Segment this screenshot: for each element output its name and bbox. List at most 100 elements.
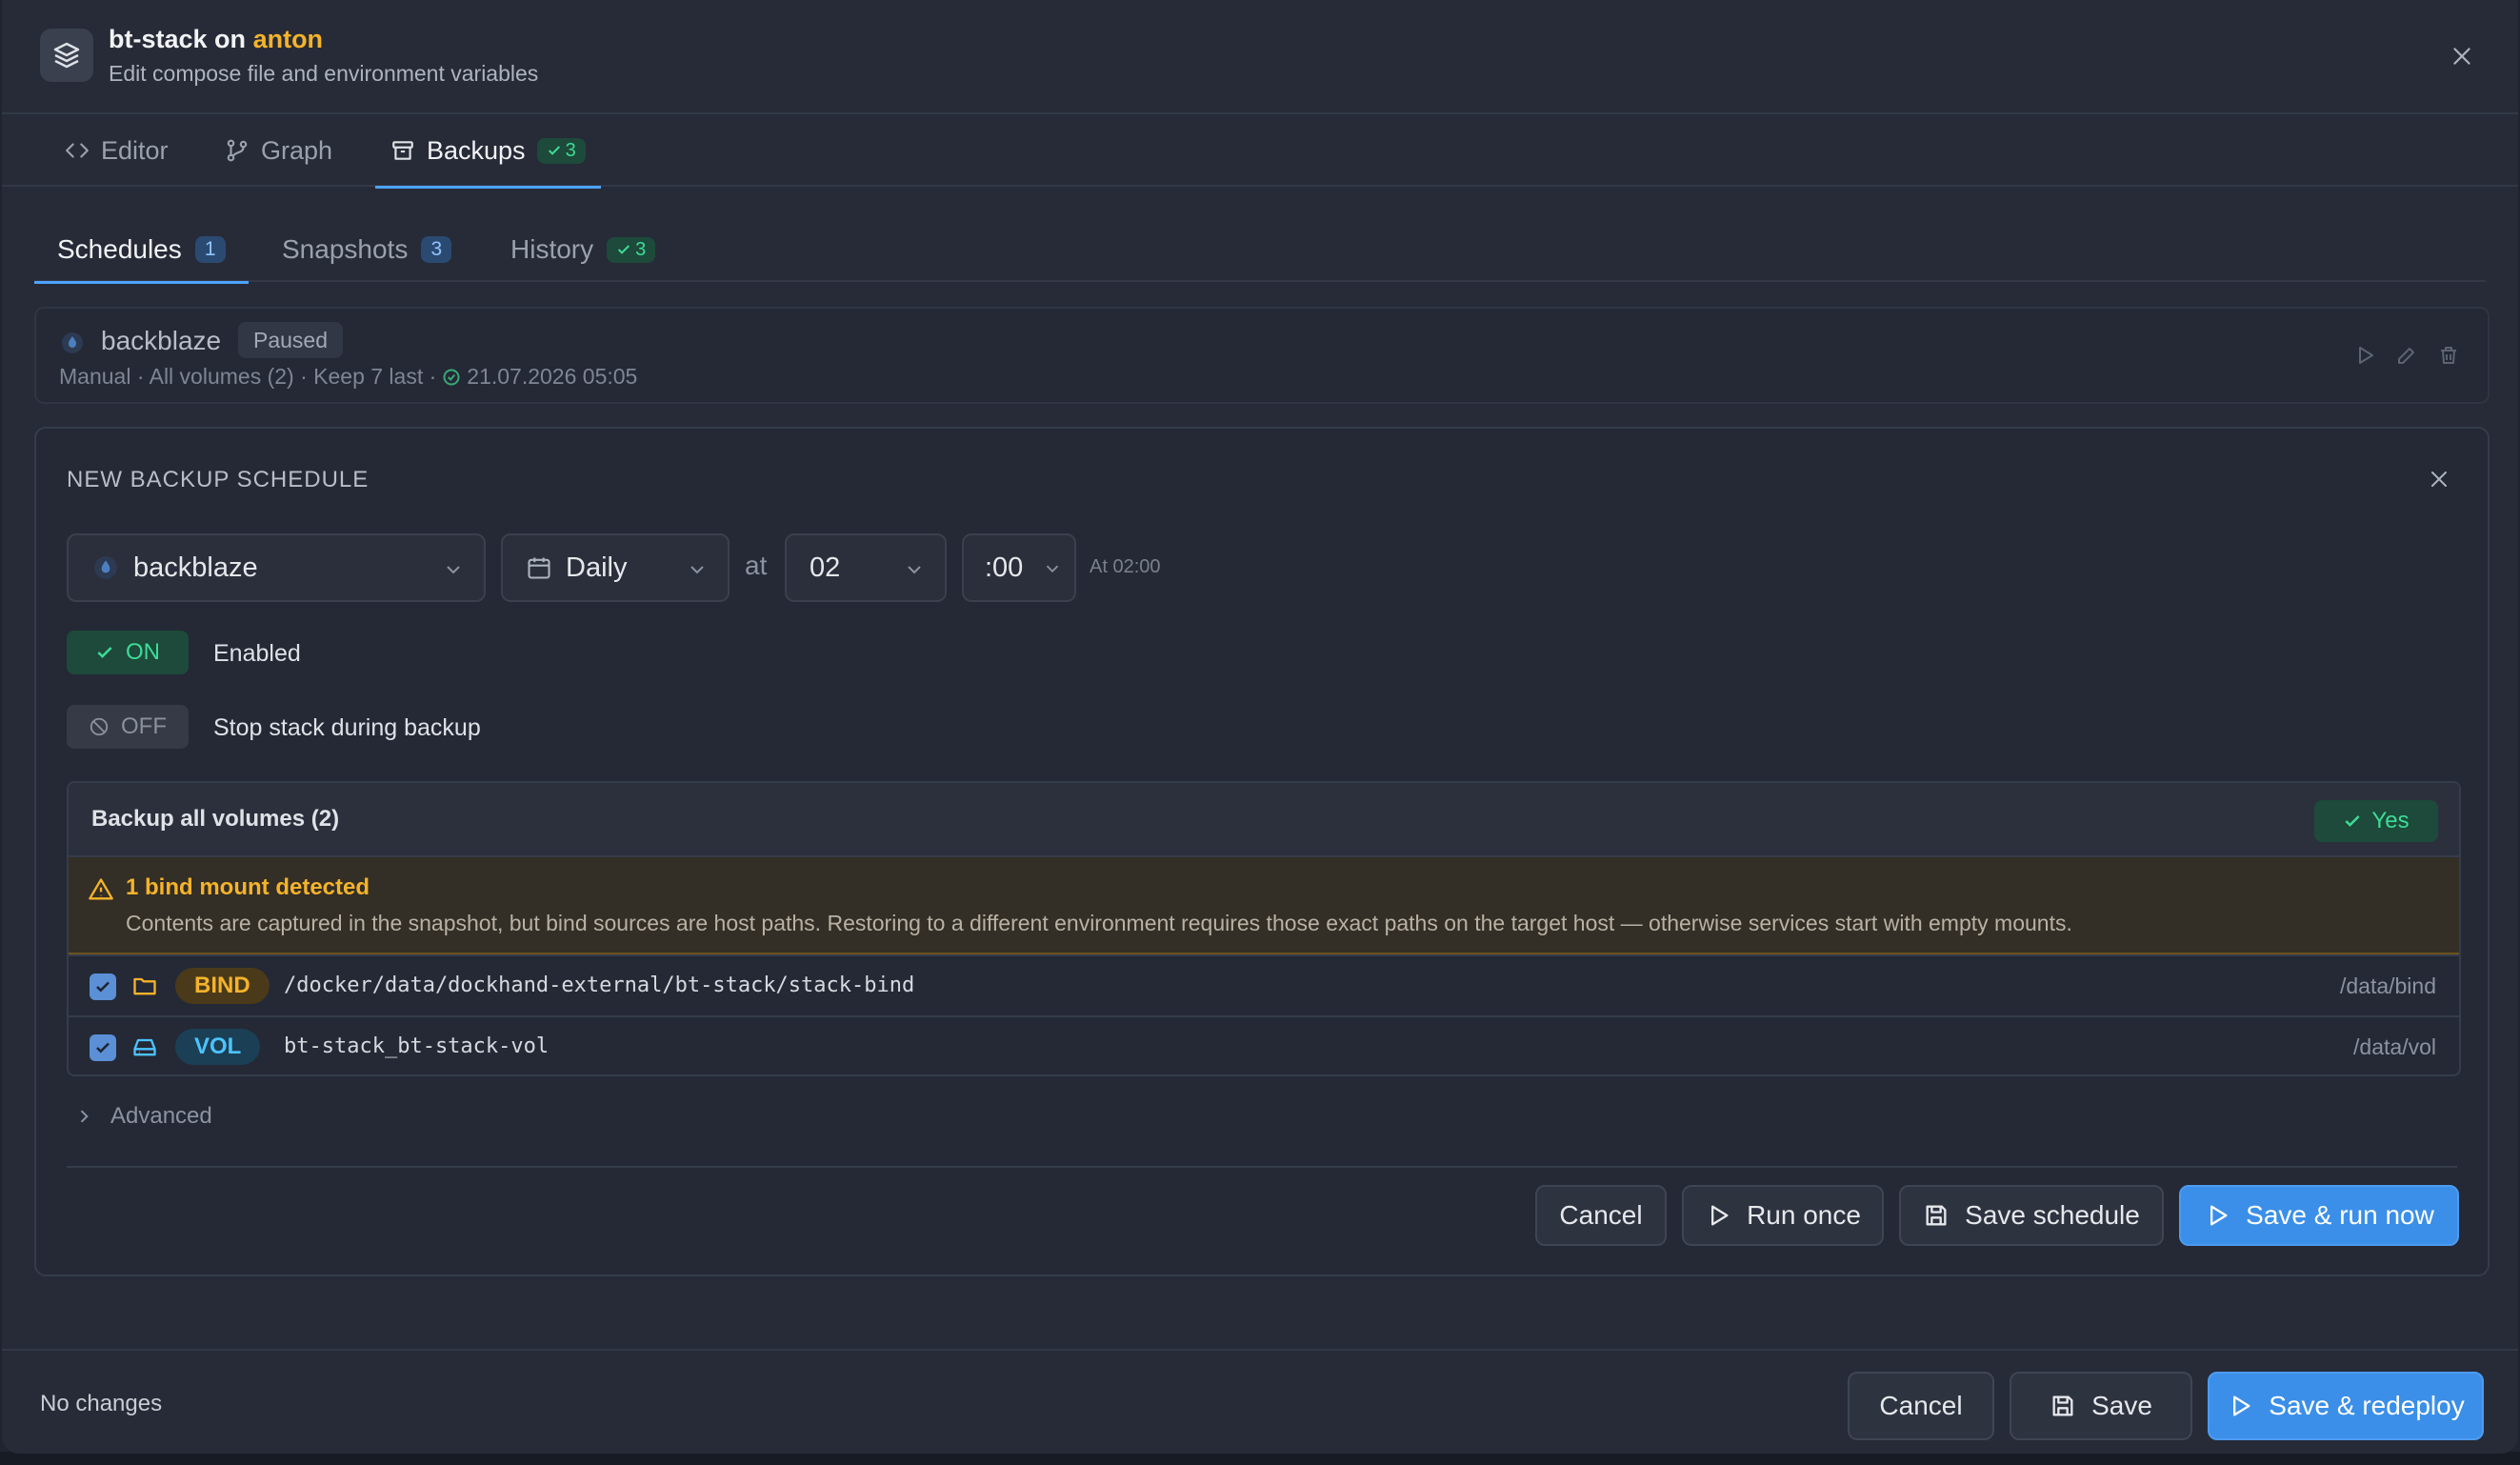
edit-schedule-button[interactable] bbox=[2394, 343, 2419, 368]
host-name: anton bbox=[252, 25, 324, 53]
play-icon bbox=[2210, 1205, 2228, 1226]
backdrop bbox=[0, 1452, 2520, 1465]
check-icon bbox=[96, 1042, 110, 1054]
modal-title: bt-stack on anton bbox=[109, 25, 323, 54]
volume-source: /docker/data/dockhand-external/bt-stack/… bbox=[284, 973, 915, 997]
volume-checkbox[interactable] bbox=[90, 1034, 116, 1061]
backblaze-icon bbox=[61, 331, 84, 359]
play-icon bbox=[2233, 1395, 2250, 1416]
save-schedule-label: Save schedule bbox=[1965, 1200, 2140, 1230]
frequency-select-value: Daily bbox=[566, 552, 628, 583]
save-and-redeploy-button[interactable]: Save & redeploy bbox=[2208, 1372, 2484, 1440]
backblaze-icon bbox=[94, 556, 117, 579]
tab-snapshots[interactable]: Snapshots 3 bbox=[282, 217, 452, 282]
check-icon bbox=[96, 981, 110, 993]
archive-icon bbox=[392, 141, 413, 160]
layers-icon bbox=[40, 29, 93, 82]
tab-graph[interactable]: Graph bbox=[225, 114, 332, 187]
chevron-down-icon bbox=[908, 566, 921, 574]
schedule-row[interactable]: backblaze Paused Manual · All volumes (2… bbox=[34, 307, 2490, 404]
modal-subtitle: Edit compose file and environment variab… bbox=[109, 61, 539, 86]
stop-stack-toggle[interactable]: OFF bbox=[67, 705, 189, 749]
backups-badge-count: 3 bbox=[565, 139, 576, 161]
enabled-toggle-state: ON bbox=[126, 639, 160, 665]
check-icon bbox=[2345, 815, 2360, 827]
tab-backups-label: Backups bbox=[427, 135, 526, 165]
save-and-redeploy-label: Save & redeploy bbox=[2269, 1391, 2465, 1420]
backups-badge: 3 bbox=[536, 137, 586, 164]
modal-footer: No changes Cancel Save Save & redeploy bbox=[2, 1349, 2518, 1454]
chevron-down-icon bbox=[1046, 565, 1059, 573]
folder-icon bbox=[131, 973, 158, 1004]
trash-icon bbox=[2441, 347, 2456, 364]
advanced-toggle[interactable]: Advanced bbox=[74, 1103, 212, 1130]
tab-editor[interactable]: Editor bbox=[65, 114, 169, 187]
warning-title: 1 bind mount detected bbox=[126, 874, 370, 900]
save-button[interactable]: Save bbox=[2010, 1372, 2192, 1440]
ban-icon bbox=[90, 717, 109, 736]
volume-row: BIND /docker/data/dockhand-external/bt-s… bbox=[69, 954, 2459, 1015]
stop-stack-label: Stop stack during backup bbox=[213, 714, 481, 741]
tab-schedules-label: Schedules bbox=[57, 234, 182, 264]
volume-mount-path: /data/bind bbox=[2339, 973, 2436, 998]
advanced-label: Advanced bbox=[110, 1103, 212, 1129]
play-icon bbox=[2359, 347, 2373, 364]
cancel-button[interactable]: Cancel bbox=[1848, 1372, 1994, 1440]
schedule-last-run: 21.07.2026 05:05 bbox=[467, 364, 638, 389]
delete-schedule-button[interactable] bbox=[2436, 343, 2461, 368]
run-once-label: Run once bbox=[1747, 1200, 1861, 1230]
minute-select-value: :00 bbox=[985, 552, 1024, 583]
tab-snapshots-label: Snapshots bbox=[282, 234, 409, 264]
backup-all-value: Yes bbox=[2371, 808, 2410, 833]
history-badge-count: 3 bbox=[635, 238, 647, 260]
close-icon bbox=[2453, 48, 2470, 65]
backup-all-toggle[interactable]: Yes bbox=[2314, 800, 2438, 842]
minute-select[interactable]: :00 bbox=[962, 533, 1076, 602]
close-modal-button[interactable] bbox=[2448, 42, 2476, 70]
calendar-icon bbox=[528, 557, 550, 579]
tab-history[interactable]: History 3 bbox=[510, 217, 656, 282]
tab-schedules[interactable]: Schedules 1 bbox=[34, 217, 249, 284]
run-schedule-button[interactable] bbox=[2352, 343, 2377, 368]
check-icon bbox=[548, 146, 560, 155]
save-icon bbox=[2052, 1395, 2073, 1416]
enabled-toggle[interactable]: ON bbox=[67, 631, 189, 674]
stack-name: bt-stack bbox=[109, 25, 208, 53]
frequency-select[interactable]: Daily bbox=[501, 533, 730, 602]
panel-title: NEW BACKUP SCHEDULE bbox=[67, 467, 370, 492]
status-badge: Paused bbox=[238, 322, 344, 358]
backup-sub-tabs: Schedules 1 Snapshots 3 History 3 bbox=[34, 217, 2486, 284]
cancel-schedule-button[interactable]: Cancel bbox=[1535, 1185, 1667, 1246]
graph-icon bbox=[227, 139, 248, 162]
main-tabs: Editor Graph Backups 3 bbox=[2, 114, 2518, 189]
snapshots-badge: 3 bbox=[421, 236, 452, 263]
bind-tag: BIND bbox=[175, 968, 270, 1004]
code-icon bbox=[66, 143, 89, 158]
hour-select[interactable]: 02 bbox=[785, 533, 947, 602]
hard-drive-icon bbox=[131, 1034, 158, 1065]
title-on-word: on bbox=[214, 25, 247, 53]
schedule-actions bbox=[2352, 343, 2461, 368]
stack-editor-modal: bt-stack on anton Edit compose file and … bbox=[2, 0, 2518, 1454]
volume-checkbox[interactable] bbox=[90, 973, 116, 1000]
target-select[interactable]: backblaze bbox=[67, 533, 486, 602]
close-panel-button[interactable] bbox=[2425, 465, 2453, 493]
cancel-schedule-label: Cancel bbox=[1559, 1200, 1643, 1230]
check-icon bbox=[618, 245, 630, 254]
tab-backups[interactable]: Backups 3 bbox=[375, 114, 601, 189]
run-once-button[interactable]: Run once bbox=[1682, 1185, 1884, 1246]
target-select-value: backblaze bbox=[133, 552, 258, 583]
check-circle-icon bbox=[443, 369, 460, 385]
bind-mount-warning: 1 bind mount detected Contents are captu… bbox=[69, 857, 2459, 954]
enabled-label: Enabled bbox=[213, 640, 301, 667]
close-icon bbox=[2431, 472, 2447, 487]
volume-row: VOL bt-stack_bt-stack-vol /data/vol bbox=[69, 1015, 2459, 1074]
save-and-run-button[interactable]: Save & run now bbox=[2179, 1185, 2459, 1246]
schedule-time-hint: At 02:00 bbox=[1090, 556, 1161, 577]
volume-mount-path: /data/vol bbox=[2353, 1034, 2436, 1059]
volume-source: bt-stack_bt-stack-vol bbox=[284, 1034, 550, 1058]
panel-divider bbox=[67, 1166, 2457, 1168]
save-schedule-button[interactable]: Save schedule bbox=[1899, 1185, 2164, 1246]
save-and-run-label: Save & run now bbox=[2246, 1200, 2434, 1230]
schedules-badge: 1 bbox=[194, 236, 226, 263]
